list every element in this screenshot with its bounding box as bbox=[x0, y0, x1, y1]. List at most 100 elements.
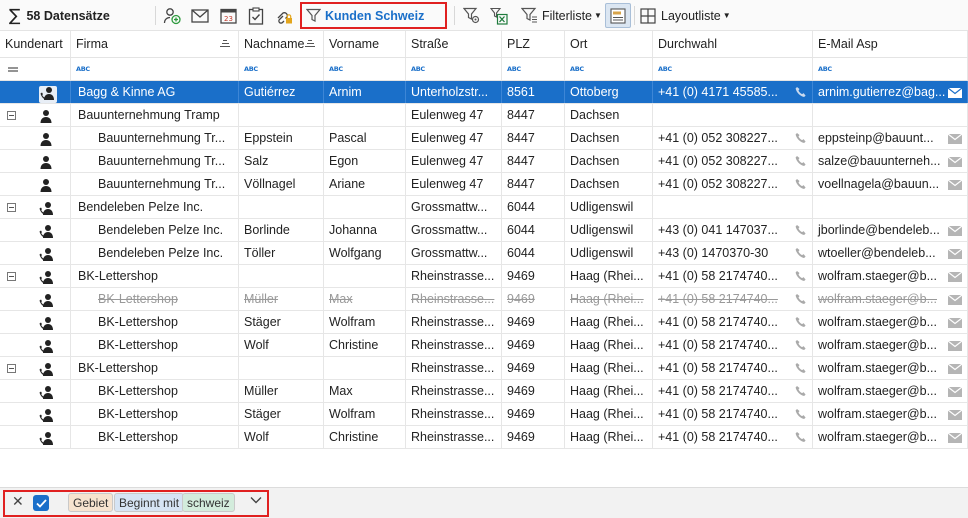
column-header[interactable]: PLZ bbox=[502, 31, 565, 57]
phone-icon[interactable] bbox=[795, 86, 807, 98]
table-row[interactable]: Bauunternehmung Tr... Eppstein Pascal Eulen… bbox=[0, 127, 968, 150]
filter-cell[interactable]: ABC bbox=[324, 58, 406, 80]
layout-list-dropdown[interactable]: Layoutliste ▼ bbox=[640, 0, 731, 31]
vorname-cell: Wolfgang bbox=[324, 242, 406, 264]
person-phone-icon bbox=[39, 271, 53, 284]
nachname-cell: Müller bbox=[239, 288, 324, 310]
phone-icon[interactable] bbox=[795, 132, 807, 144]
filter-cell[interactable]: ABC bbox=[565, 58, 653, 80]
phone-icon[interactable] bbox=[795, 155, 807, 167]
email-icon[interactable] bbox=[948, 180, 962, 190]
table-row[interactable]: BK-Lettershop Wolf Christine Rheinstrasse..… bbox=[0, 426, 968, 449]
durchwahl-cell: +41 (0) 052 308227... bbox=[653, 127, 813, 149]
vorname-cell: Max bbox=[324, 380, 406, 402]
filter-list-dropdown[interactable]: Filterliste ▼ bbox=[521, 0, 602, 31]
email-icon[interactable] bbox=[948, 134, 962, 144]
email-icon[interactable] bbox=[948, 433, 962, 443]
group-row[interactable]: BK-Lettershop Rheinstrasse... 9469 Haag (Rh… bbox=[0, 265, 968, 288]
column-header[interactable]: Straße bbox=[406, 31, 502, 57]
active-filter-button[interactable]: Kunden Schweiz bbox=[300, 2, 447, 29]
phone-icon[interactable] bbox=[795, 293, 807, 305]
email-icon[interactable] bbox=[948, 295, 962, 305]
collapse-icon[interactable] bbox=[7, 111, 16, 120]
strasse-cell: Grossmattw... bbox=[406, 196, 502, 218]
email-icon[interactable] bbox=[948, 272, 962, 282]
group-row[interactable]: Bendeleben Pelze Inc. Grossmattw... 6044 Ud… bbox=[0, 196, 968, 219]
table-row[interactable]: Bauunternehmung Tr... Völlnagel Ariane Eule… bbox=[0, 173, 968, 196]
email-icon[interactable] bbox=[948, 249, 962, 259]
column-header[interactable]: Vorname bbox=[324, 31, 406, 57]
quick-filter-toggle[interactable] bbox=[605, 3, 631, 28]
filter-cell[interactable]: ABC bbox=[239, 58, 324, 80]
link-lock-icon[interactable] bbox=[273, 0, 295, 31]
excel-export-icon[interactable] bbox=[488, 0, 510, 31]
collapse-icon[interactable] bbox=[7, 203, 16, 212]
customer-type-cell bbox=[0, 242, 71, 264]
column-header[interactable]: Ort bbox=[565, 31, 653, 57]
filter-cell[interactable]: ABC bbox=[502, 58, 565, 80]
separator bbox=[634, 6, 635, 25]
task-icon[interactable] bbox=[245, 0, 267, 31]
table-row[interactable]: Bendeleben Pelze Inc. Borlinde Johanna Gros… bbox=[0, 219, 968, 242]
email-icon[interactable] bbox=[948, 318, 962, 328]
table-row[interactable]: BK-Lettershop Müller Max Rheinstrasse... 946… bbox=[0, 288, 968, 311]
phone-icon[interactable] bbox=[795, 224, 807, 236]
collapse-icon[interactable] bbox=[7, 272, 16, 281]
filter-cell[interactable]: ABC bbox=[71, 58, 239, 80]
phone-icon[interactable] bbox=[795, 431, 807, 443]
filter-settings-icon[interactable] bbox=[460, 0, 482, 31]
email-icon[interactable] bbox=[948, 410, 962, 420]
phone-icon[interactable] bbox=[795, 178, 807, 190]
durchwahl-cell bbox=[653, 104, 813, 126]
phone-icon[interactable] bbox=[795, 270, 807, 282]
phone-icon[interactable] bbox=[795, 362, 807, 374]
table-row[interactable]: Bagg & Kinne AG Gutiérrez Arnim Unterholzst… bbox=[0, 81, 968, 104]
phone-icon[interactable] bbox=[795, 316, 807, 328]
mail-icon[interactable] bbox=[189, 0, 211, 31]
email-icon[interactable] bbox=[948, 226, 962, 236]
column-header[interactable]: Nachname bbox=[239, 31, 324, 57]
nachname-cell: Gutiérrez bbox=[239, 81, 324, 103]
filter-cell[interactable]: ABC bbox=[406, 58, 502, 80]
email-icon[interactable] bbox=[948, 88, 962, 98]
strasse-cell: Rheinstrasse... bbox=[406, 265, 502, 287]
group-row[interactable]: BK-Lettershop Rheinstrasse... 9469 Haag (Rh… bbox=[0, 357, 968, 380]
filter-cell[interactable]: ABC bbox=[653, 58, 813, 80]
sort-icon[interactable] bbox=[305, 40, 315, 48]
person-phone-icon bbox=[39, 432, 53, 445]
table-row[interactable]: BK-Lettershop Müller Max Rheinstrasse... 946… bbox=[0, 380, 968, 403]
filter-icon bbox=[306, 8, 321, 22]
person-phone-icon bbox=[39, 294, 53, 307]
customer-type-cell bbox=[0, 357, 71, 379]
column-header[interactable]: E-Mail Asp bbox=[813, 31, 968, 57]
table-row[interactable]: Bendeleben Pelze Inc. Töller Wolfgang Gross… bbox=[0, 242, 968, 265]
filter-cell[interactable]: ABC bbox=[813, 58, 968, 80]
column-header[interactable]: Durchwahl bbox=[653, 31, 813, 57]
column-header[interactable]: Firma bbox=[71, 31, 239, 57]
table-row[interactable]: BK-Lettershop Stäger Wolfram Rheinstrasse..… bbox=[0, 311, 968, 334]
text-filter-icon: ABC bbox=[818, 65, 832, 73]
phone-icon[interactable] bbox=[795, 339, 807, 351]
phone-icon[interactable] bbox=[795, 247, 807, 259]
filter-cell[interactable] bbox=[0, 58, 71, 80]
text-filter-icon: ABC bbox=[244, 65, 258, 73]
email-icon[interactable] bbox=[948, 157, 962, 167]
text-filter-icon: ABC bbox=[76, 65, 90, 73]
phone-icon[interactable] bbox=[795, 385, 807, 397]
table-row[interactable]: Bauunternehmung Tr... Salz Egon Eulenweg 47… bbox=[0, 150, 968, 173]
collapse-icon[interactable] bbox=[7, 364, 16, 373]
email-icon[interactable] bbox=[948, 387, 962, 397]
sort-icon[interactable] bbox=[220, 40, 230, 48]
person-phone-icon bbox=[39, 363, 53, 376]
email-icon[interactable] bbox=[948, 364, 962, 374]
add-contact-icon[interactable] bbox=[161, 0, 183, 31]
group-row[interactable]: Bauunternehmung Tramp Eulenweg 47 8447 Dach… bbox=[0, 104, 968, 127]
calendar-icon[interactable]: 23 bbox=[217, 0, 239, 31]
email-icon[interactable] bbox=[948, 341, 962, 351]
email-cell: arnim.gutierrez@bag... bbox=[813, 81, 968, 103]
table-row[interactable]: BK-Lettershop Wolf Christine Rheinstrasse..… bbox=[0, 334, 968, 357]
table-row[interactable]: BK-Lettershop Stäger Wolfram Rheinstrasse..… bbox=[0, 403, 968, 426]
phone-icon[interactable] bbox=[795, 408, 807, 420]
column-header[interactable]: Kundenart bbox=[0, 31, 71, 57]
vorname-cell: Pascal bbox=[324, 127, 406, 149]
